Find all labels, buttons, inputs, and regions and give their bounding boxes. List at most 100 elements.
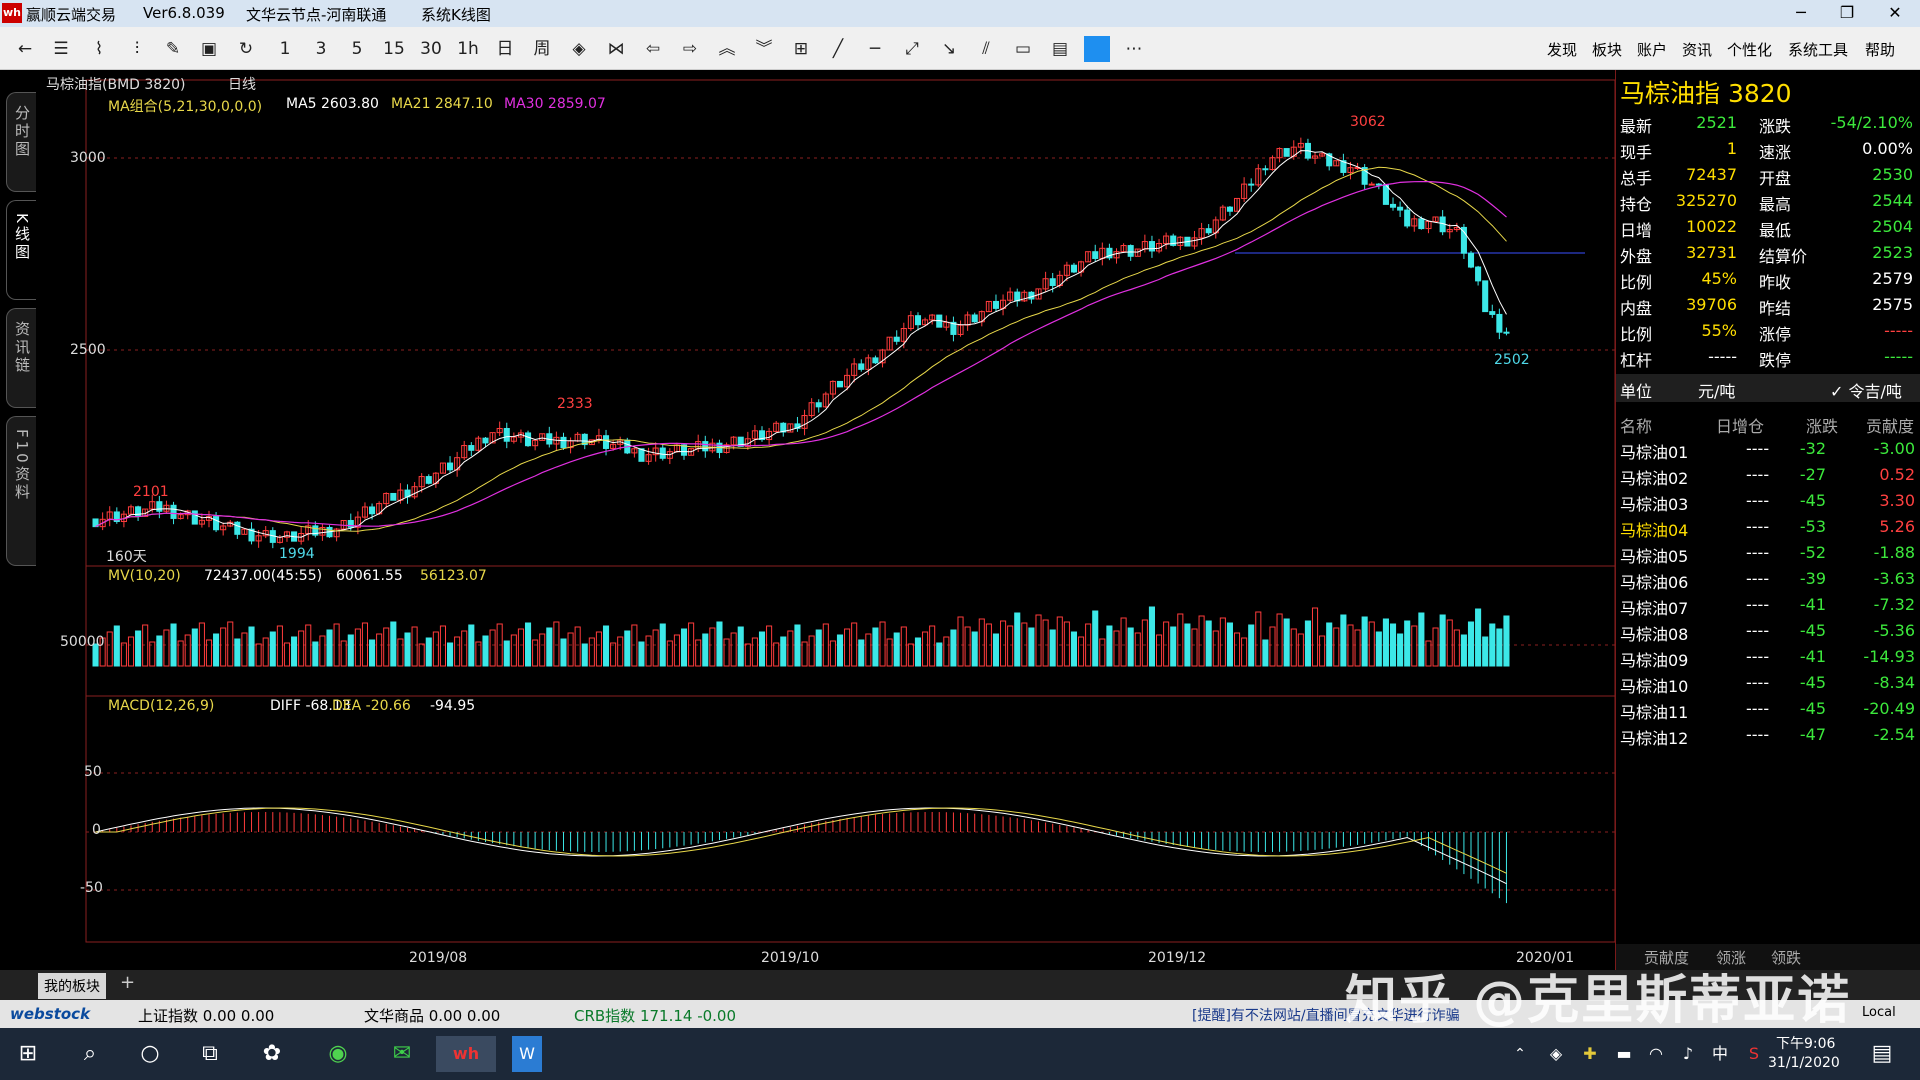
refresh-icon[interactable]: ↻ — [233, 36, 259, 62]
period-day-button[interactable]: 日 — [492, 36, 518, 62]
contract-row[interactable]: 马棕油09 ---- -41 -14.93 — [1616, 644, 1920, 670]
clock-date[interactable]: 31/1/2020 — [1768, 1055, 1840, 1071]
menu-account[interactable]: 账户 — [1637, 39, 1667, 60]
line-chart-icon[interactable]: ⌇ — [86, 36, 112, 62]
browser-icon[interactable]: ◉ — [318, 1036, 358, 1072]
contract-row[interactable]: 马棕油04 ---- -53 5.26 — [1616, 514, 1920, 540]
menu-personalize[interactable]: 个性化 — [1727, 39, 1772, 60]
zoom-out-icon[interactable]: ⋈ — [603, 36, 629, 62]
index-crb[interactable]: CRB指数 171.14 -0.00 — [574, 1005, 736, 1026]
hline-tool-icon[interactable]: ─ — [862, 36, 888, 62]
contract-name: 马棕油10 — [1620, 677, 1689, 696]
restore-button[interactable]: ❐ — [1824, 0, 1870, 27]
contract-chg: -41 — [1799, 595, 1826, 614]
add-tab-button[interactable]: + — [120, 972, 135, 993]
contract-chg: -45 — [1799, 491, 1826, 510]
wechat-icon[interactable]: ✉ — [382, 1036, 422, 1072]
contract-row[interactable]: 马棕油08 ---- -45 -5.36 — [1616, 618, 1920, 644]
period-1h-button[interactable]: 1h — [455, 36, 481, 62]
period-1-button[interactable]: 1 — [272, 36, 298, 62]
kline-chart[interactable]: 马棕油指(BMD 3820) 日线 MA组合(5,21,30,0,0,0) MA… — [40, 70, 1615, 970]
down-ray-tool-icon[interactable]: ↘ — [936, 36, 962, 62]
tab-my-sector[interactable]: 我的板块 — [38, 973, 106, 999]
save-icon[interactable]: ▣ — [196, 36, 222, 62]
candle-icon[interactable]: ⫶ — [124, 36, 150, 62]
quote-row: 现手 1 速涨 0.00% — [1616, 136, 1920, 162]
quote-value: 2521 — [1696, 113, 1737, 132]
more-icon[interactable]: ⋯ — [1121, 36, 1147, 62]
cortana-icon[interactable]: ○ — [130, 1036, 170, 1072]
period-week-button[interactable]: 周 — [529, 36, 555, 62]
contract-row[interactable]: 马棕油03 ---- -45 3.30 — [1616, 488, 1920, 514]
quote-label: 速涨 — [1759, 143, 1792, 162]
volume-bar — [574, 626, 581, 667]
menu-tools[interactable]: 系统工具 — [1788, 39, 1848, 60]
unit-value[interactable]: 元/吨 — [1698, 378, 1735, 402]
minimize-button[interactable]: ─ — [1778, 0, 1824, 27]
chart-canvas[interactable] — [40, 70, 1615, 970]
notification-icon[interactable]: ▤ — [1862, 1036, 1902, 1072]
search-icon[interactable]: ⌕ — [70, 1036, 110, 1072]
contract-row[interactable]: 马棕油06 ---- -39 -3.63 — [1616, 566, 1920, 592]
contract-name: 马棕油08 — [1620, 625, 1689, 644]
close-button[interactable]: ✕ — [1872, 0, 1918, 27]
clock-time[interactable]: 下午9:06 — [1776, 1033, 1835, 1053]
contract-row[interactable]: 马棕油01 ---- -32 -3.00 — [1616, 436, 1920, 462]
text-tool-icon[interactable]: ▤ — [1047, 36, 1073, 62]
app-pinwheel-icon[interactable]: ✿ — [252, 1036, 292, 1072]
contract-row[interactable]: 马棕油11 ---- -45 -20.49 — [1616, 696, 1920, 722]
contract-row[interactable]: 马棕油02 ---- -27 0.52 — [1616, 462, 1920, 488]
menu-news[interactable]: 资讯 — [1682, 39, 1712, 60]
menu-sector[interactable]: 板块 — [1592, 39, 1622, 60]
tab-timeshare[interactable]: 分时图 — [6, 92, 36, 192]
grid-icon[interactable]: ⊞ — [788, 36, 814, 62]
macd-label[interactable]: MACD(12,26,9) — [108, 698, 214, 714]
period-30-button[interactable]: 30 — [418, 36, 444, 62]
contract-row[interactable]: 马棕油10 ---- -45 -8.34 — [1616, 670, 1920, 696]
ma-group-label[interactable]: MA组合(5,21,30,0,0,0) — [108, 96, 262, 116]
index-shanghai[interactable]: 上证指数 0.00 0.00 — [138, 1005, 274, 1026]
contract-row[interactable]: 马棕油12 ---- -47 -2.54 — [1616, 722, 1920, 748]
volume-bar — [1397, 633, 1404, 667]
line-tool-icon[interactable]: ╱ — [825, 36, 851, 62]
right-arrow-icon[interactable]: ⇨ — [677, 36, 703, 62]
tab-news-chain[interactable]: 资讯链 — [6, 308, 36, 408]
quote-label: 杠杆 — [1620, 351, 1653, 370]
index-wenhua[interactable]: 文华商品 0.00 0.00 — [364, 1005, 500, 1026]
word-app-icon[interactable]: W — [512, 1036, 542, 1072]
up-double-icon[interactable]: ︽ — [714, 36, 740, 62]
period-15-button[interactable]: 15 — [381, 36, 407, 62]
contract-row[interactable]: 马棕油07 ---- -41 -7.32 — [1616, 592, 1920, 618]
color-picker-icon[interactable] — [1084, 36, 1110, 62]
back-icon[interactable]: ← — [12, 36, 38, 62]
contract-row[interactable]: 马棕油05 ---- -52 -1.88 — [1616, 540, 1920, 566]
volume-bar — [922, 631, 929, 667]
menu-help[interactable]: 帮助 — [1865, 39, 1895, 60]
volume-bar — [553, 621, 560, 667]
instrument-label[interactable]: 马棕油指(BMD 3820) — [46, 74, 185, 94]
zoom-in-icon[interactable]: ◈ — [566, 36, 592, 62]
period-selector[interactable]: 日线 — [228, 74, 256, 94]
volume-label[interactable]: MV(10,20) — [108, 568, 181, 584]
list-icon[interactable]: ☰ — [48, 36, 74, 62]
task-view-icon[interactable]: ⧉ — [190, 1036, 230, 1072]
menu-discover[interactable]: 发现 — [1547, 39, 1577, 60]
period-5-button[interactable]: 5 — [344, 36, 370, 62]
down-double-icon[interactable]: ︾ — [751, 36, 777, 62]
tab-f10[interactable]: F10资料 — [6, 416, 36, 566]
period-3-button[interactable]: 3 — [308, 36, 334, 62]
tray-chevron-icon[interactable]: ⌃ — [1500, 1036, 1540, 1072]
quote-label[interactable]: 结算价 — [1759, 243, 1807, 267]
draw-icon[interactable]: ✎ — [160, 36, 186, 62]
tab-kline[interactable]: K线图 — [6, 200, 36, 300]
channel-tool-icon[interactable]: ⫽ — [973, 36, 999, 62]
rect-tool-icon[interactable]: ▭ — [1010, 36, 1036, 62]
contract-name: 马棕油12 — [1620, 729, 1689, 748]
volume-bar — [1007, 625, 1014, 667]
volume-bar — [248, 626, 255, 667]
left-arrow-icon[interactable]: ⇦ — [640, 36, 666, 62]
ray-tool-icon[interactable]: ⤢ — [899, 36, 925, 62]
windows-start-icon[interactable]: ⊞ — [8, 1036, 48, 1072]
wenhua-app-icon[interactable]: wh — [436, 1036, 496, 1072]
ringgit-toggle[interactable]: ✓ 令吉/吨 — [1830, 378, 1902, 402]
